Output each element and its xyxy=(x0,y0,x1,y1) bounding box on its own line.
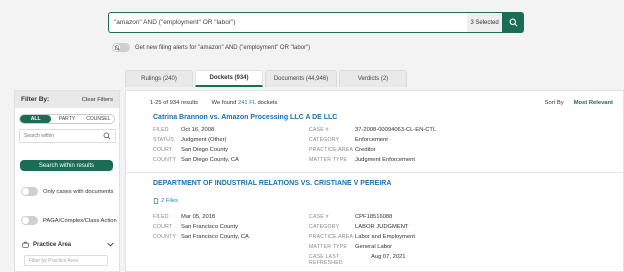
filter-panel: Filter By: Clear Filters ALL PARTY COUNS… xyxy=(14,90,120,272)
practice-area-label: Practice Area xyxy=(33,241,72,248)
bell-off-icon xyxy=(114,44,120,51)
tab-rulings[interactable]: Rulings (240) xyxy=(125,70,193,87)
practice-area-header[interactable]: Practice Area xyxy=(22,241,114,248)
case-field: PRACTICE AREA Creditor xyxy=(309,147,376,153)
filter-header: Filter By: Clear Filters xyxy=(15,91,119,108)
results-panel: 1-25 of 934 results We found 241 FL dock… xyxy=(125,90,624,272)
only-docs-row: Only cases with documents xyxy=(21,187,114,196)
paga-toggle[interactable] xyxy=(21,216,38,225)
sort-dropdown[interactable]: Most Relevant xyxy=(574,100,613,106)
search-bar: 3 Selected xyxy=(108,12,524,33)
case-field: FILED Oct 16, 2008 xyxy=(153,127,215,133)
results-range: 1-25 of 934 results xyxy=(150,100,199,106)
filter-title: Filter By: xyxy=(21,96,50,103)
tab-dockets[interactable]: Dockets (934) xyxy=(195,70,263,87)
results-summary: 1-25 of 934 results We found 241 FL dock… xyxy=(150,100,277,106)
case-field: CATEGORY LABOR JUDGMENT xyxy=(309,224,409,230)
clear-filters-link[interactable]: Clear Filters xyxy=(82,97,113,103)
files-link[interactable]: 2 Files xyxy=(153,198,178,204)
found-count-link[interactable]: 241 FL xyxy=(238,100,256,106)
search-within-input[interactable] xyxy=(24,133,103,139)
paga-label: PAGA/Complex/Class Action xyxy=(43,217,117,224)
sort-control: Sort By Most Relevant xyxy=(545,100,613,106)
case-field: CATEGORY Enforcement xyxy=(309,137,388,143)
case-field: COURT San Diego County xyxy=(153,147,229,153)
search-button[interactable] xyxy=(502,12,524,33)
scope-party-option[interactable]: PARTY xyxy=(51,115,82,123)
only-docs-toggle[interactable] xyxy=(21,187,38,196)
scope-all-option[interactable]: ALL xyxy=(20,115,52,123)
case-field: COURT San Francisco County xyxy=(153,224,239,230)
search-within-button[interactable]: Search within results xyxy=(20,160,113,171)
selected-count-dropdown[interactable]: 3 Selected xyxy=(467,12,502,33)
search-within-field xyxy=(19,129,116,143)
chevron-down-icon[interactable] xyxy=(107,242,114,247)
case-field: CASE # CPF18516088 xyxy=(309,214,393,220)
case-field: FILED Mar 05, 2018 xyxy=(153,214,216,220)
result-tabs: Rulings (240) Dockets (934) Documents (4… xyxy=(125,70,409,87)
case-field: CASE #37-2008-00094063-CL-EN-CTL xyxy=(309,127,437,133)
divider xyxy=(126,172,624,173)
case-field: MATTER TYPE General Labor xyxy=(309,244,393,250)
filing-alert-toggle[interactable] xyxy=(112,43,130,52)
case-title-link[interactable]: DEPARTMENT OF INDUSTRIAL RELATIONS VS. C… xyxy=(153,180,391,187)
case-field: CASE LAST REFRESHED Aug 07, 2021 xyxy=(309,254,406,266)
sort-label: Sort By xyxy=(544,100,564,106)
tab-documents[interactable]: Documents (44,946) xyxy=(265,70,337,87)
only-docs-label: Only cases with documents xyxy=(43,188,114,195)
case-field: STATUS Judgment (Other) xyxy=(153,137,227,143)
scope-counsel-option[interactable]: COUNSEL xyxy=(83,115,114,123)
search-icon xyxy=(509,18,517,27)
search-icon[interactable] xyxy=(103,132,111,140)
briefcase-icon xyxy=(22,241,29,248)
search-input[interactable] xyxy=(108,12,467,33)
case-field: COUNTY San Francisco County, CA xyxy=(153,234,249,240)
paga-row: PAGA/Complex/Class Action xyxy=(21,216,117,225)
filter-scope-toggle: ALL PARTY COUNSEL xyxy=(19,114,115,124)
filing-alert-label: Get new filing alerts for "amazon" AND (… xyxy=(135,44,311,51)
results-found: We found 241 FL dockets xyxy=(211,100,278,106)
file-icon xyxy=(153,198,159,204)
case-field: COUNTY San Diego County, CA xyxy=(153,157,239,163)
tab-verdicts[interactable]: Verdicts (2) xyxy=(339,70,407,87)
case-field: MATTER TYPE Judgment Enforcement xyxy=(309,157,415,163)
case-field: PRACTICE AREA Labor and Employment xyxy=(309,234,415,240)
practice-area-filter-input[interactable]: Filter by Practice Area xyxy=(24,255,108,266)
case-title-link[interactable]: Catrina Brannon vs. Amazon Processing LL… xyxy=(153,114,337,121)
filing-alert-row: Get new filing alerts for "amazon" AND (… xyxy=(112,43,310,52)
